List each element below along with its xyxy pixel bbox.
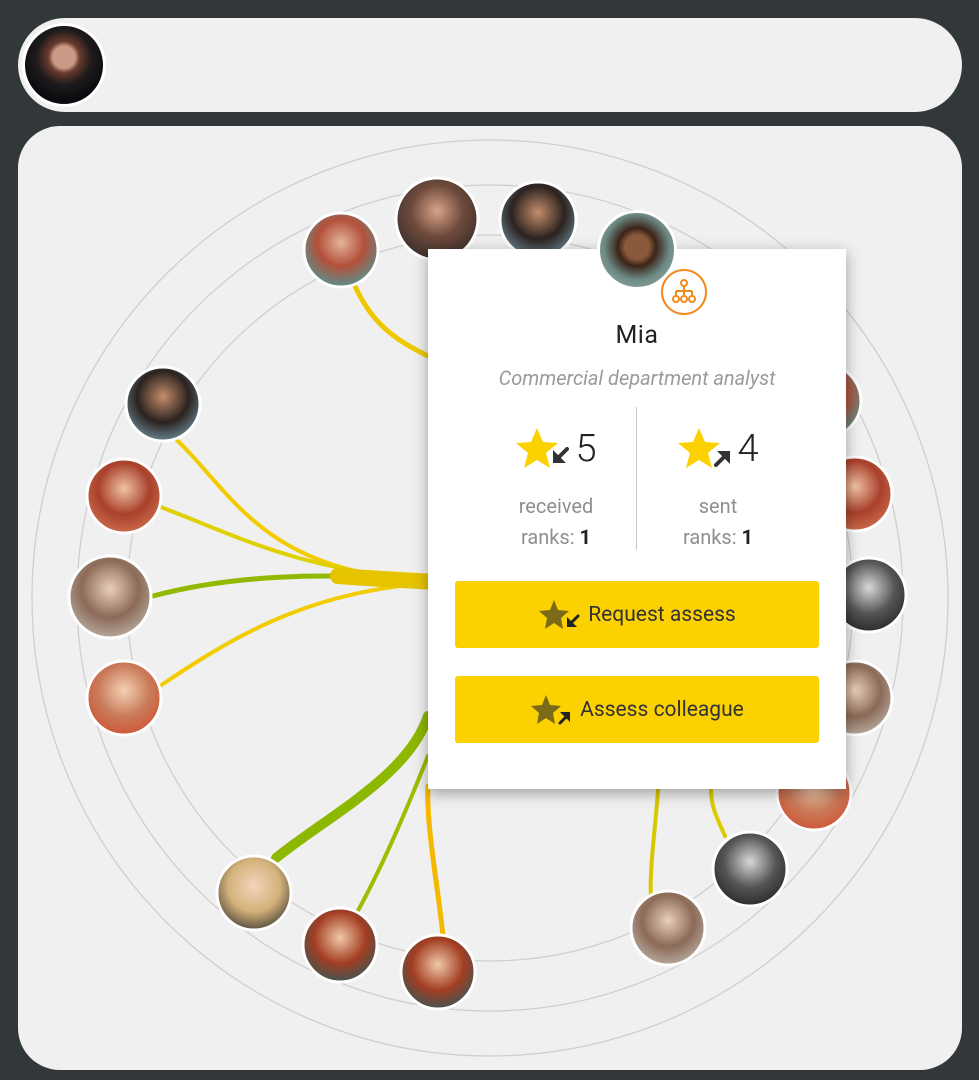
sent-label: sent ranks: 1: [682, 494, 754, 549]
colleague-avatar: [394, 176, 480, 262]
received-star-icon: [516, 428, 570, 468]
sent-star-icon: [678, 428, 731, 468]
request-assess-button[interactable]: Request assess: [455, 581, 819, 648]
colleague-avatar: [399, 933, 477, 1011]
profile-card: Mia Commercial department analyst 5 rece…: [428, 210, 846, 789]
colleague-avatar: [629, 889, 707, 967]
assess-star-icon: [531, 694, 571, 724]
received-stats: 5 received ranks: 1: [466, 419, 646, 559]
current-user-avatar[interactable]: [22, 23, 106, 107]
profile-name: Mia: [615, 321, 659, 350]
colleague-avatar: [85, 659, 163, 737]
colleague-avatar: [711, 830, 789, 908]
assess-colleague-button[interactable]: Assess colleague: [455, 676, 819, 743]
colleague-avatar: [124, 365, 202, 443]
top-bar: [18, 18, 962, 112]
colleague-avatar: [301, 906, 379, 984]
org-structure-icon: [661, 269, 707, 315]
colleague-avatar: [215, 854, 293, 932]
colleague-avatar: [67, 554, 153, 640]
request-star-icon: [539, 599, 580, 629]
received-count: 5: [575, 427, 597, 471]
sent-count: 4: [737, 427, 759, 471]
profile-role: Commercial department analyst: [498, 366, 776, 390]
colleague-avatar: [302, 211, 380, 289]
network-panel: Mia Commercial department analyst 5 rece…: [18, 126, 962, 1070]
sent-stats: 4 sent ranks: 1: [628, 419, 808, 559]
assess-colleague-label: Assess colleague: [580, 697, 744, 722]
colleague-avatar: [498, 180, 578, 260]
received-label: received ranks: 1: [518, 494, 594, 549]
colleague-avatar: [85, 457, 163, 535]
request-assess-label: Request assess: [588, 602, 736, 627]
